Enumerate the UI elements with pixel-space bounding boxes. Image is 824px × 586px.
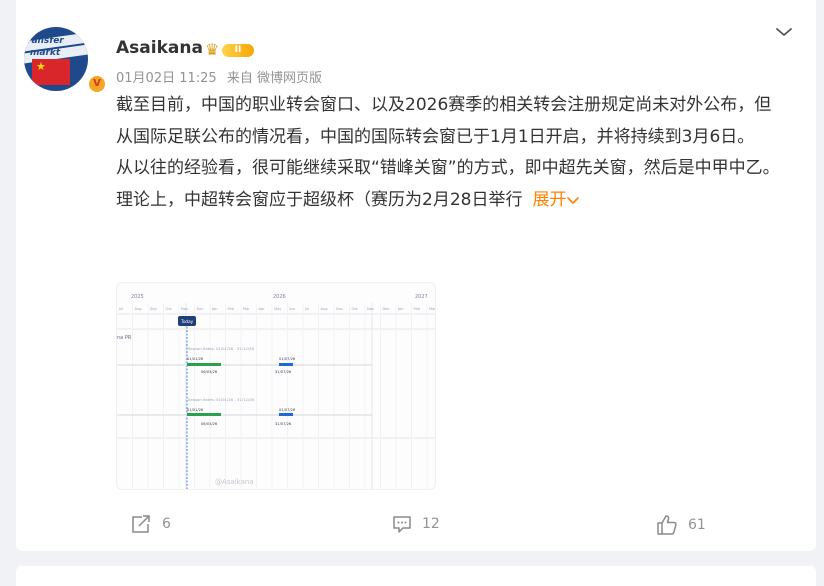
post-text: 截至目前，中国的职业转会窗口、以及2026赛季的相关转会注册规定尚未对外公布，但…	[116, 90, 786, 216]
post-paragraph: 从以往的经验看，很可能继续采取“错峰关窗”的方式，即中超先关窗，然后是中甲中乙。	[116, 158, 780, 178]
month-label: Nov	[367, 307, 375, 311]
image-watermark: @Asaikana	[215, 478, 254, 486]
like-button[interactable]: 61	[656, 514, 706, 536]
transfer-window-bar	[187, 363, 221, 366]
post-paragraph: 理论上，中超转会窗应于超级杯（赛历为2月28日举行	[116, 189, 523, 210]
china-flag-icon: ★	[32, 59, 70, 85]
post-meta: 01月02日 11:25 来自 微博网页版	[116, 67, 328, 86]
crown-icon: ♛	[205, 40, 220, 59]
transfer-window-bar	[279, 363, 293, 366]
bar-date: 01/07/26	[279, 408, 296, 412]
month-label: Mar	[429, 307, 436, 311]
month-label: Aug	[135, 307, 142, 311]
year-label: 2025	[131, 294, 144, 300]
month-label: Apr	[259, 307, 266, 311]
month-label: Oct	[166, 307, 173, 311]
post-image[interactable]: 2025 2026 2027 Jul Aug Sep Oct Nov Dec Jan Feb M…	[116, 282, 436, 490]
share-button[interactable]: 6	[130, 514, 171, 534]
bar-date: 01/07/26	[279, 357, 296, 361]
month-label: Feb	[228, 307, 235, 311]
level-badge[interactable]: ♛ II	[205, 41, 255, 58]
avatar[interactable]: ransfer markt ★	[24, 27, 88, 91]
chevron-down-icon	[567, 196, 580, 204]
more-options-chevron-icon[interactable]	[774, 22, 794, 42]
expand-label: 展开	[532, 189, 567, 210]
month-label: Dec	[383, 307, 390, 311]
post-source: 来自 微博网页版	[226, 71, 322, 86]
month-label: Feb	[414, 307, 421, 311]
month-label: Jan	[211, 307, 218, 311]
thumbs-up-icon	[657, 515, 677, 535]
month-label: Oct	[352, 307, 359, 311]
avatar-logo-text: markt	[30, 48, 61, 58]
comment-icon	[393, 516, 411, 533]
month-label: Dec	[197, 307, 204, 311]
bar-date: 31/07/26	[275, 422, 292, 426]
transfer-window-bar	[279, 413, 293, 416]
row-label: na PR	[117, 335, 132, 341]
month-label: Sep	[150, 307, 157, 311]
month-label: Jul	[118, 307, 123, 311]
year-label: 2026	[273, 294, 286, 300]
bar-date: 01/01/26	[187, 408, 204, 412]
share-icon	[132, 515, 150, 533]
month-label: Nov	[181, 307, 189, 311]
like-count: 61	[688, 517, 706, 533]
bar-date: 06/03/26	[201, 422, 218, 426]
month-label: Mar	[243, 307, 250, 311]
username[interactable]: Asaikana	[116, 38, 203, 58]
month-label: Sep	[336, 307, 343, 311]
month-label: Jul	[304, 307, 309, 311]
month-label: Jan	[397, 307, 404, 311]
level-number: II	[222, 44, 254, 57]
year-label: 2027	[415, 294, 428, 300]
transfer-window-bar	[187, 413, 221, 416]
post-paragraph: 截至目前，中国的职业转会窗口、以及2026赛季的相关转会注册规定尚未对外公布，但…	[116, 95, 772, 147]
bar-date: 31/07/26	[275, 370, 292, 374]
bar-date: 06/03/26	[201, 370, 218, 374]
post-timestamp[interactable]: 01月02日 11:25	[116, 71, 217, 86]
bar-date: 01/01/26	[187, 357, 204, 361]
next-post-card	[16, 566, 816, 586]
season-label: Season dates: 01/01/26 - 31/12/26	[188, 346, 254, 351]
comment-count: 12	[422, 516, 440, 532]
verified-badge-icon: V	[87, 74, 107, 94]
post-paragraph-last: 理论上，中超转会窗应于超级杯（赛历为2月28日举行 展开	[116, 185, 786, 217]
month-label: Jun	[289, 307, 296, 311]
month-label: May	[274, 307, 282, 311]
month-label: Aug	[321, 307, 328, 311]
avatar-logo-text: ransfer	[27, 36, 64, 46]
share-count: 6	[162, 516, 171, 532]
expand-button[interactable]: 展开	[532, 190, 580, 210]
today-label: Today	[180, 319, 194, 324]
season-label: Season dates: 01/01/26 - 31/12/26	[188, 397, 254, 402]
comment-button[interactable]: 12	[392, 514, 440, 534]
